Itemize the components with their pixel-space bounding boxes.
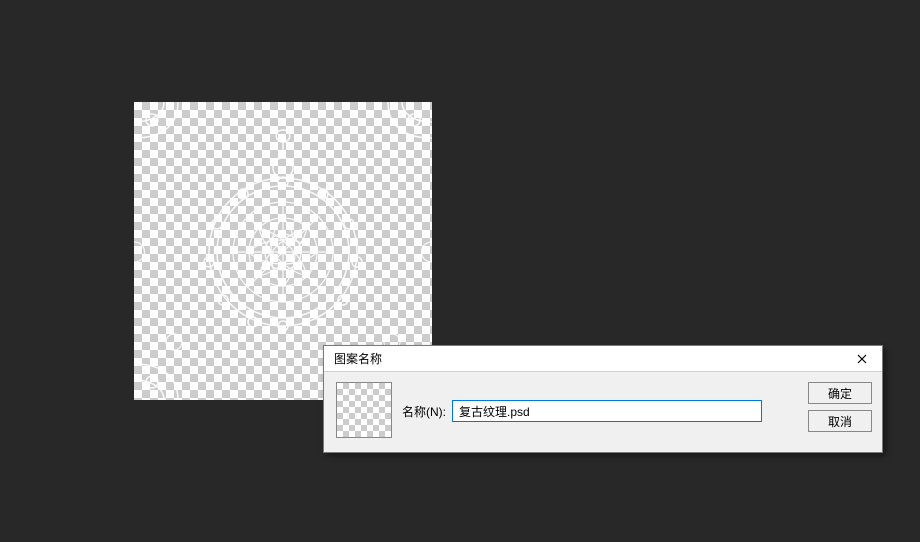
ok-button[interactable]: 确定	[808, 382, 872, 404]
dialog-title: 图案名称	[334, 350, 382, 367]
cancel-button[interactable]: 取消	[808, 410, 872, 432]
close-button[interactable]	[842, 346, 882, 372]
name-label: 名称(N):	[402, 403, 446, 420]
name-row: 名称(N):	[402, 400, 762, 422]
dialog-buttons: 确定 取消	[808, 382, 872, 432]
dialog-titlebar[interactable]: 图案名称	[324, 346, 882, 372]
close-icon	[857, 354, 867, 364]
pattern-name-dialog: 图案名称 名称(N): 确定 取消	[323, 345, 883, 453]
pattern-name-input[interactable]	[452, 400, 762, 422]
dialog-body: 名称(N):	[324, 372, 882, 448]
pattern-preview-thumbnail	[336, 382, 392, 438]
